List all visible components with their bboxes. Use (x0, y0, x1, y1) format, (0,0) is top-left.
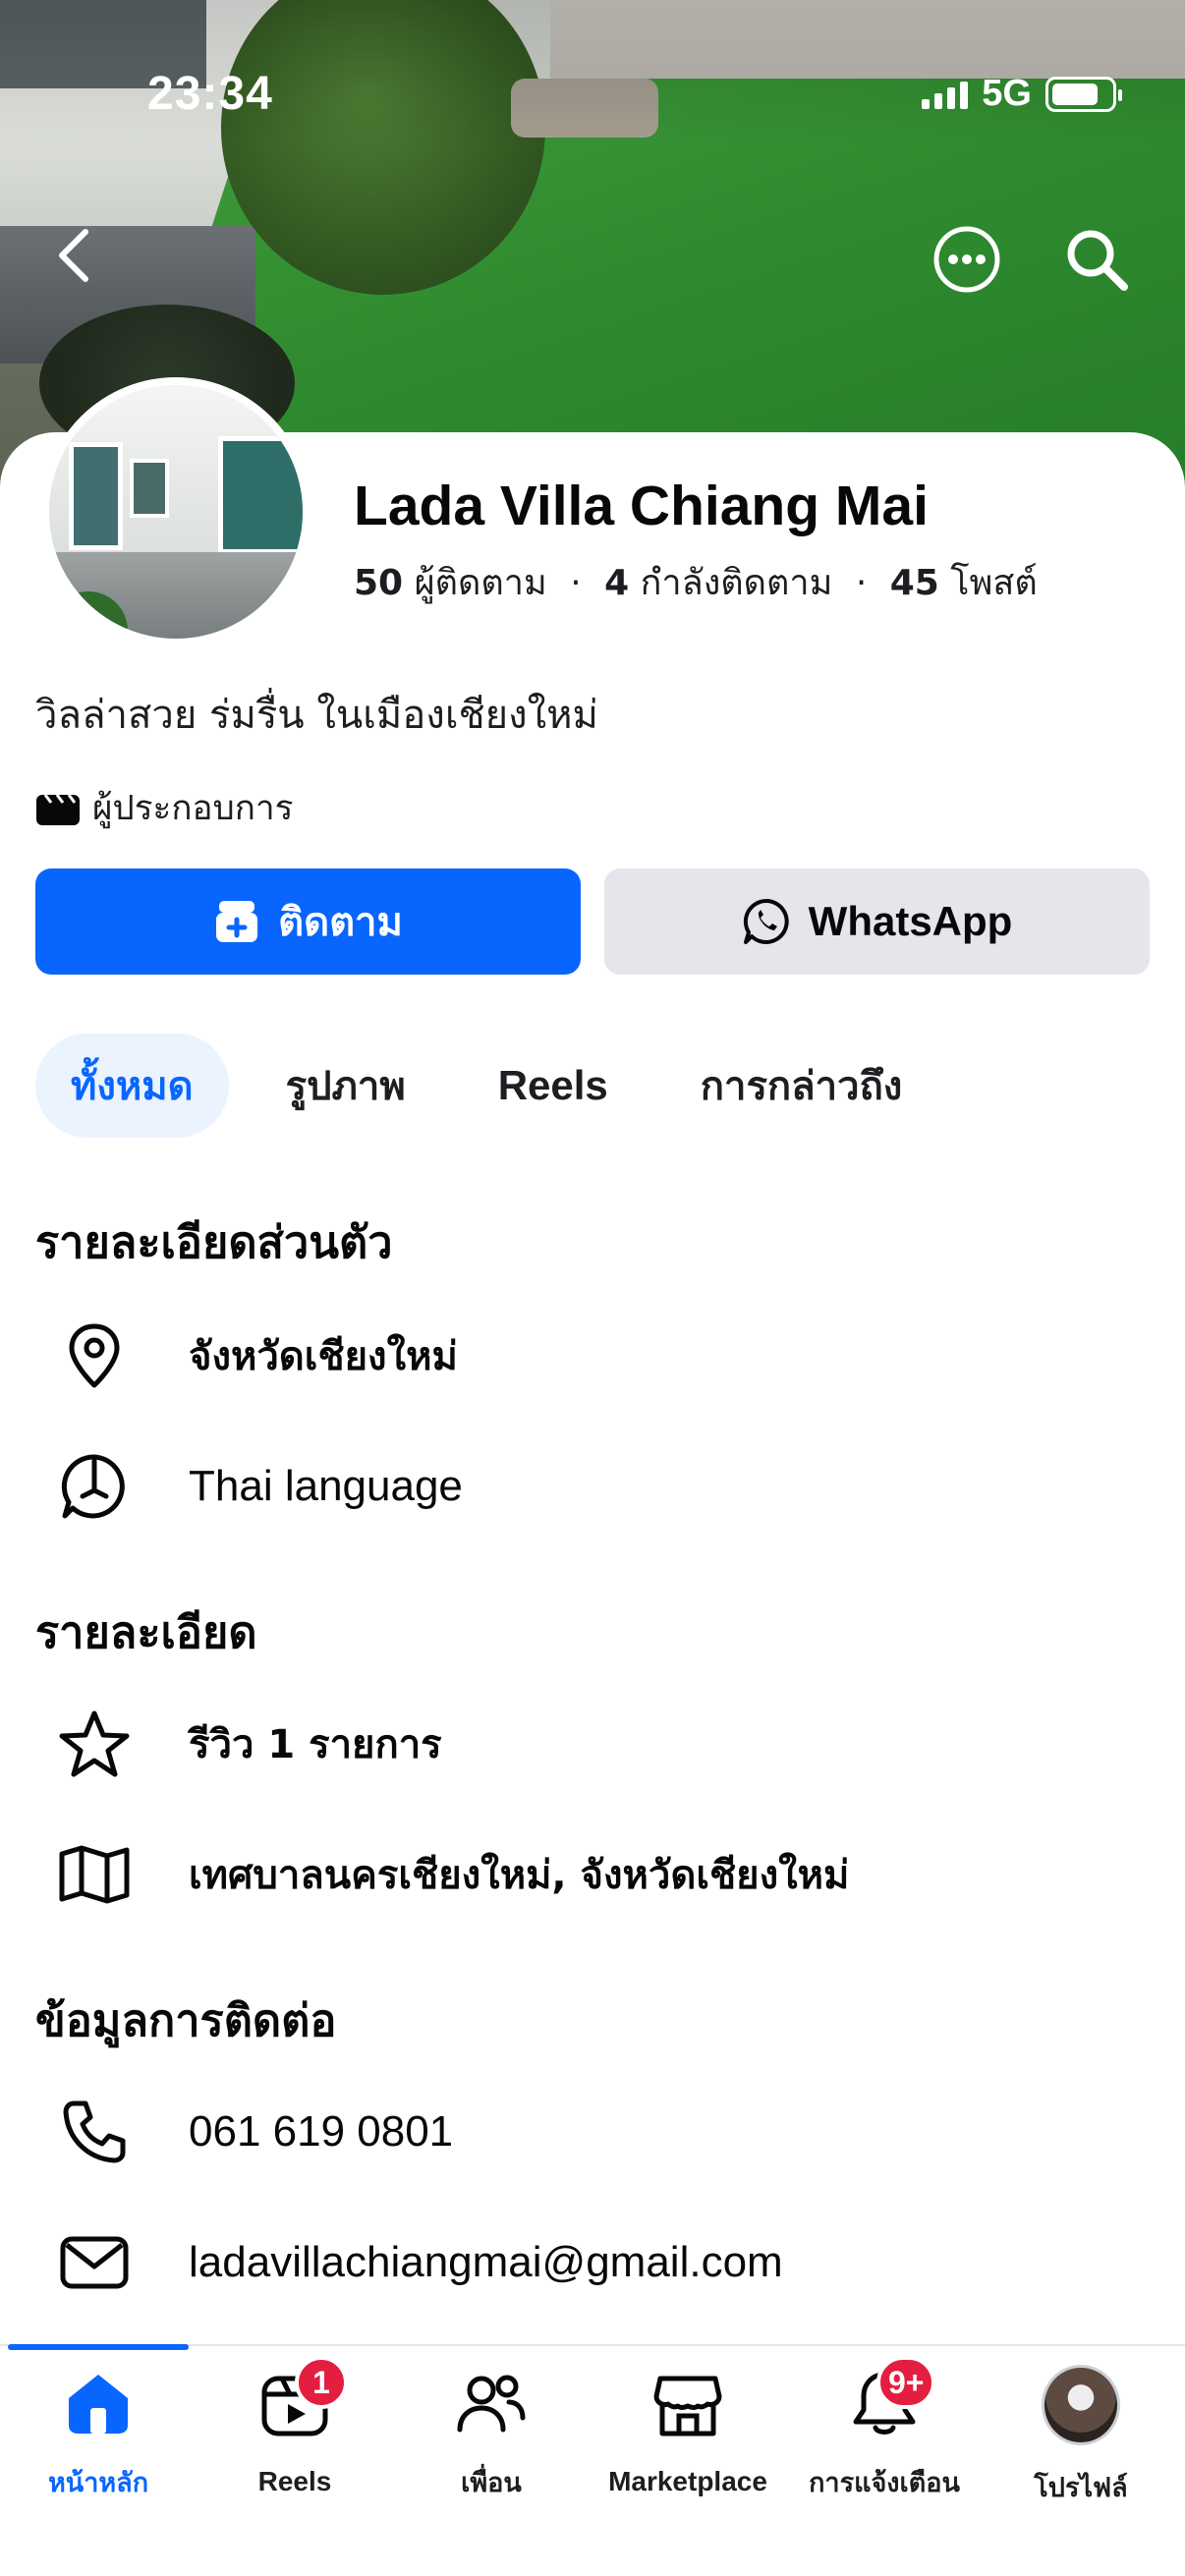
home-icon (69, 2374, 128, 2434)
active-tab-indicator (8, 2344, 189, 2350)
nav-reels-label: Reels (257, 2466, 332, 2496)
nav-notifications[interactable]: 9+ การแจ้งเตือน (786, 2356, 983, 2503)
location-row[interactable]: จังหวัดเชียงใหม่ (51, 1307, 458, 1405)
language-icon (61, 1454, 125, 1519)
nav-marketplace-label: Marketplace (608, 2466, 767, 2496)
tab-all[interactable]: ทั้งหมด (35, 1034, 229, 1138)
posts-count: 45 (889, 563, 939, 603)
search-icon (1067, 230, 1128, 291)
tab-photos[interactable]: รูปภาพ (251, 1034, 441, 1138)
language-row: Thai language (51, 1437, 463, 1536)
cellular-signal-icon (922, 80, 969, 109)
following-label: กำลังติดตาม (640, 563, 833, 603)
battery-icon (1045, 76, 1122, 112)
profile-stats[interactable]: 50 ผู้ติดตาม · 4 กำลังติดตาม · 45 โพสต์ (354, 554, 1038, 610)
profile-bio: วิลล่าสวย ร่มรื่น ในเมืองเชียงใหม่ (35, 693, 598, 738)
phone-text: 061 619 0801 (189, 2107, 454, 2156)
personal-details-heading: รายละเอียดส่วนตัว (35, 1216, 393, 1268)
chevron-left-icon (59, 229, 88, 282)
more-icon (933, 226, 1000, 293)
nav-friends-label: เพื่อน (461, 2468, 522, 2498)
back-button[interactable] (39, 221, 108, 290)
nav-notifications-label: การแจ้งเตือน (809, 2468, 960, 2498)
tab-reels[interactable]: Reels (463, 1034, 644, 1138)
status-indicators: 5G (922, 73, 1122, 115)
tab-mentions[interactable]: การกล่าวถึง (665, 1034, 938, 1138)
profile-tabs: ทั้งหมด รูปภาพ Reels การกล่าวถึง (35, 1034, 937, 1138)
phone-icon (63, 2100, 126, 2163)
reviews-row[interactable]: รีวิว 1 รายการ (51, 1695, 442, 1793)
followers-count: 50 (354, 563, 404, 603)
posts-label: โพสต์ (950, 563, 1038, 603)
phone-row[interactable]: 061 619 0801 (51, 2083, 453, 2181)
user-avatar (1042, 2365, 1120, 2445)
contact-heading: ข้อมูลการติดต่อ (35, 1994, 337, 2046)
profile-category: ผู้ประกอบการ (35, 781, 293, 835)
follow-box-icon (216, 901, 258, 942)
bottom-nav: หน้าหลัก 1 Reels เพื่อน Marketplace 9+ ก… (0, 2344, 1185, 2576)
status-time: 23:34 (147, 68, 273, 120)
reviews-text: รีวิว 1 รายการ (189, 1722, 442, 1767)
envelope-icon (60, 2236, 129, 2289)
language-text: Thai language (189, 1462, 463, 1510)
map-icon (59, 1845, 130, 1904)
address-text: เทศบาลนครเชียงใหม่, จังหวัดเชียงใหม่ (189, 1853, 850, 1898)
nav-home[interactable]: หน้าหลัก (0, 2366, 197, 2503)
nav-friends[interactable]: เพื่อน (393, 2366, 590, 2503)
details-heading: รายละเอียด (35, 1606, 257, 1658)
email-text: ladavillachiangmai@gmail.com (189, 2238, 783, 2286)
network-type: 5G (982, 73, 1032, 114)
nav-profile[interactable]: โปรไฟล์ (983, 2365, 1179, 2503)
notifications-badge: 9+ (876, 2356, 936, 2409)
star-icon (59, 1710, 130, 1777)
location-text: จังหวัดเชียงใหม่ (189, 1334, 458, 1379)
marketplace-icon (653, 2376, 722, 2436)
whatsapp-icon (743, 898, 789, 944)
follow-label: ติดตาม (278, 900, 403, 945)
email-row[interactable]: ladavillachiangmai@gmail.com (51, 2213, 783, 2312)
more-options-button[interactable] (931, 224, 1002, 295)
clapperboard-icon (36, 793, 80, 825)
page-title: Lada Villa Chiang Mai (354, 475, 929, 537)
nav-profile-label: โปรไฟล์ (1034, 2473, 1128, 2503)
nav-reels[interactable]: 1 Reels (197, 2356, 393, 2503)
address-row[interactable]: เทศบาลนครเชียงใหม่, จังหวัดเชียงใหม่ (51, 1825, 849, 1924)
follow-button[interactable]: ติดตาม (35, 868, 581, 975)
followers-label: ผู้ติดตาม (414, 563, 547, 603)
reels-badge: 1 (295, 2356, 348, 2409)
profile-avatar[interactable] (41, 377, 310, 646)
whatsapp-label: WhatsApp (808, 898, 1013, 944)
nav-marketplace[interactable]: Marketplace (590, 2366, 786, 2503)
location-pin-icon (69, 1323, 120, 1388)
nav-home-label: หน้าหลัก (47, 2468, 149, 2498)
search-button[interactable] (1061, 224, 1132, 295)
whatsapp-button[interactable]: WhatsApp (604, 868, 1150, 975)
friends-icon (457, 2375, 526, 2432)
category-label: ผู้ประกอบการ (92, 789, 294, 828)
following-count: 4 (604, 563, 630, 603)
